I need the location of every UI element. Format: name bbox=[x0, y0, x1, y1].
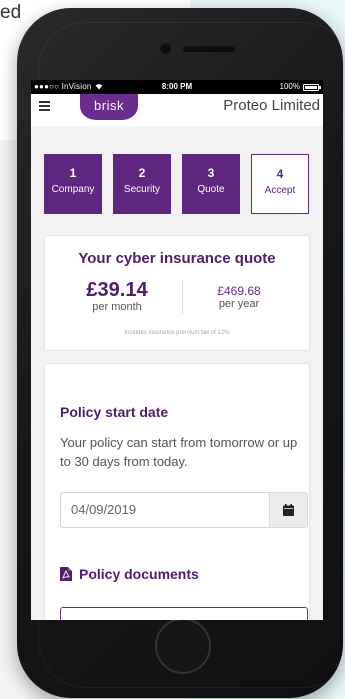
monthly-price: £39.14 per month bbox=[67, 279, 167, 313]
background-partial-text: ed bbox=[0, 2, 22, 23]
home-button[interactable] bbox=[155, 618, 211, 674]
policy-documents-title: Policy documents bbox=[79, 566, 199, 582]
calendar-icon bbox=[283, 504, 294, 516]
battery-icon bbox=[303, 83, 321, 91]
company-name: Proteo Limited bbox=[223, 97, 320, 114]
phone-screen: ●●●○○ InVision 8:00 PM 100% brisk Proteo… bbox=[31, 80, 323, 620]
tax-note: Includes insurance premium tax of 12% bbox=[124, 330, 230, 336]
speaker-grille bbox=[183, 46, 235, 52]
quote-divider bbox=[182, 280, 183, 314]
policy-documents-box[interactable] bbox=[60, 607, 308, 620]
status-bar: ●●●○○ InVision 8:00 PM 100% bbox=[31, 80, 323, 94]
quote-card: Your cyber insurance quote £39.14 per mo… bbox=[44, 235, 310, 351]
yearly-label: per year bbox=[218, 298, 260, 310]
yearly-amount: £469.68 bbox=[217, 284, 261, 298]
step-company[interactable]: 1 Company bbox=[44, 154, 102, 214]
start-date-input[interactable]: 04/09/2019 bbox=[61, 493, 269, 527]
quote-title: Your cyber insurance quote bbox=[78, 250, 276, 267]
status-battery: 100% bbox=[280, 80, 321, 94]
app-header: brisk Proteo Limited bbox=[31, 94, 323, 126]
monthly-amount: £39.14 bbox=[86, 279, 148, 301]
yearly-price: £469.68 per year bbox=[199, 284, 279, 310]
start-date-field[interactable]: 04/09/2019 bbox=[60, 492, 308, 528]
policy-start-title: Policy start date bbox=[60, 404, 169, 420]
camera-icon bbox=[160, 43, 171, 54]
step-security[interactable]: 2 Security bbox=[112, 154, 171, 214]
policy-documents-heading: Policy documents bbox=[60, 566, 199, 582]
calendar-button[interactable] bbox=[269, 493, 307, 527]
pdf-file-icon bbox=[60, 567, 72, 581]
progress-steps: 1 Company 2 Security 3 Quote 4 Accept bbox=[44, 154, 309, 214]
policy-card: Policy start date Your policy can start … bbox=[44, 363, 310, 620]
brisk-logo[interactable]: brisk bbox=[80, 94, 138, 120]
step-accept[interactable]: 4 Accept bbox=[250, 154, 309, 214]
step-quote[interactable]: 3 Quote bbox=[181, 154, 240, 214]
hamburger-icon[interactable] bbox=[39, 100, 50, 113]
policy-start-description: Your policy can start from tomorrow or u… bbox=[60, 435, 298, 469]
monthly-label: per month bbox=[92, 301, 142, 313]
